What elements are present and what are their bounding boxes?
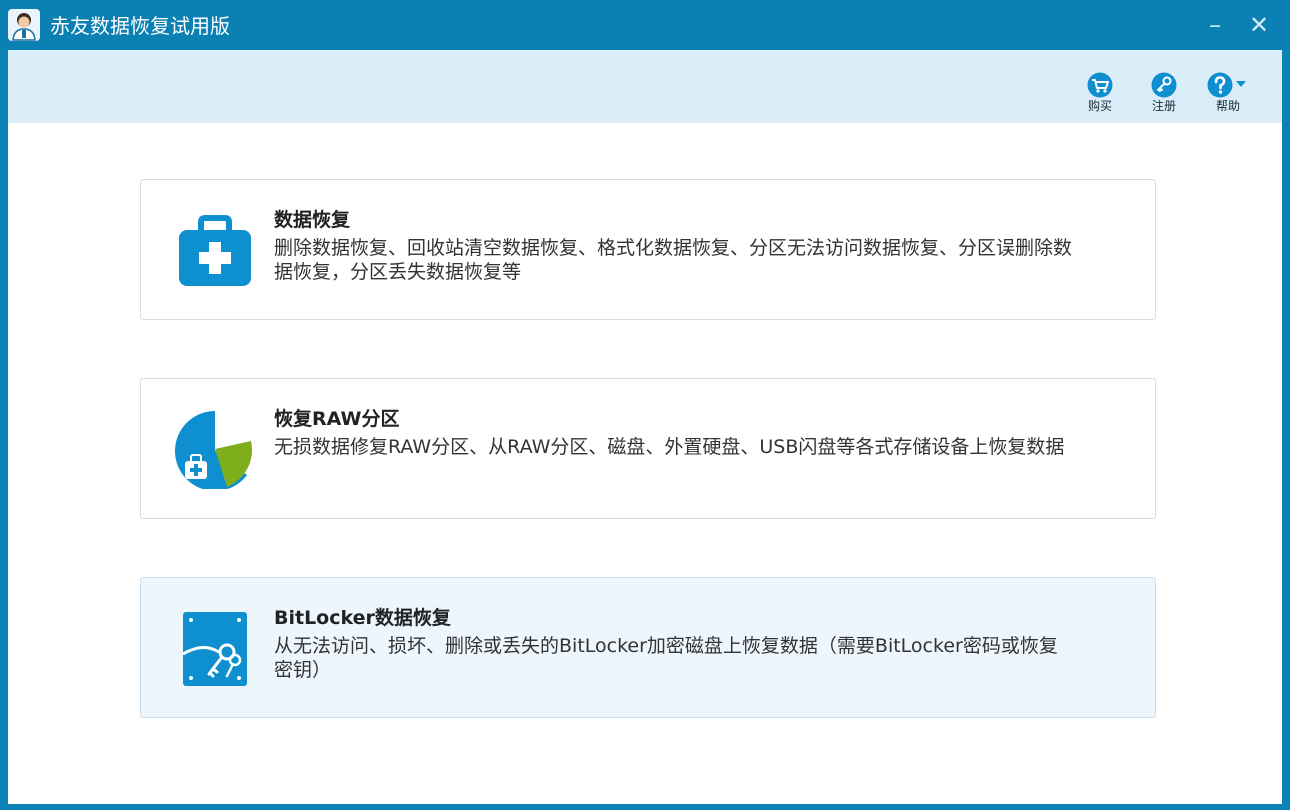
key-icon — [1151, 72, 1177, 98]
card-description: 从无法访问、损坏、删除或丢失的BitLocker加密磁盘上恢复数据（需要BitL… — [274, 635, 1058, 681]
window-title: 赤友数据恢复试用版 — [50, 14, 230, 38]
title-bar[interactable]: 赤友数据恢复试用版 – ✕ — [0, 0, 1290, 50]
help-label: 帮助 — [1215, 99, 1240, 113]
minimize-button[interactable]: – — [1200, 10, 1230, 40]
card-title: 恢复RAW分区 — [274, 408, 400, 430]
buy-button[interactable]: 购买 — [1078, 72, 1122, 122]
help-button[interactable]: 帮助 — [1206, 72, 1250, 122]
register-label: 注册 — [1151, 99, 1176, 113]
card-title: BitLocker数据恢复 — [274, 607, 451, 629]
data-recovery-card[interactable]: 数据恢复 删除数据恢复、回收站清空数据恢复、格式化数据恢复、分区无法访问数据恢复… — [140, 179, 1156, 320]
cart-icon — [1087, 72, 1113, 98]
card-description: 删除数据恢复、回收站清空数据恢复、格式化数据恢复、分区无法访问数据恢复、分区误删… — [274, 237, 1073, 283]
question-icon — [1207, 72, 1246, 98]
app-window: 赤友数据恢复试用版 – ✕ 购买 注册 帮助 数据恢复 删除数据恢复、回收站清空… — [0, 0, 1290, 810]
card-title: 数据恢复 — [274, 209, 351, 231]
card-description: 无损数据修复RAW分区、从RAW分区、磁盘、外置硬盘、USB闪盘等各式存储设备上… — [274, 436, 1065, 458]
pie-partition-icon — [175, 411, 253, 489]
buy-label: 购买 — [1087, 99, 1112, 113]
first-aid-kit-icon — [179, 215, 251, 286]
raw-partition-recovery-card[interactable]: 恢复RAW分区 无损数据修复RAW分区、从RAW分区、磁盘、外置硬盘、USB闪盘… — [140, 378, 1156, 519]
toolbar: 购买 注册 帮助 — [8, 50, 1282, 123]
register-button[interactable]: 注册 — [1142, 72, 1186, 122]
main-content: 数据恢复 删除数据恢复、回收站清空数据恢复、格式化数据恢复、分区无法访问数据恢复… — [8, 123, 1282, 804]
bitlocker-recovery-card[interactable]: BitLocker数据恢复 从无法访问、损坏、删除或丢失的BitLocker加密… — [140, 577, 1156, 718]
encrypted-disk-key-icon — [182, 612, 247, 686]
app-logo-icon — [8, 9, 40, 41]
close-button[interactable]: ✕ — [1244, 10, 1274, 40]
chevron-down-icon — [1236, 81, 1246, 87]
